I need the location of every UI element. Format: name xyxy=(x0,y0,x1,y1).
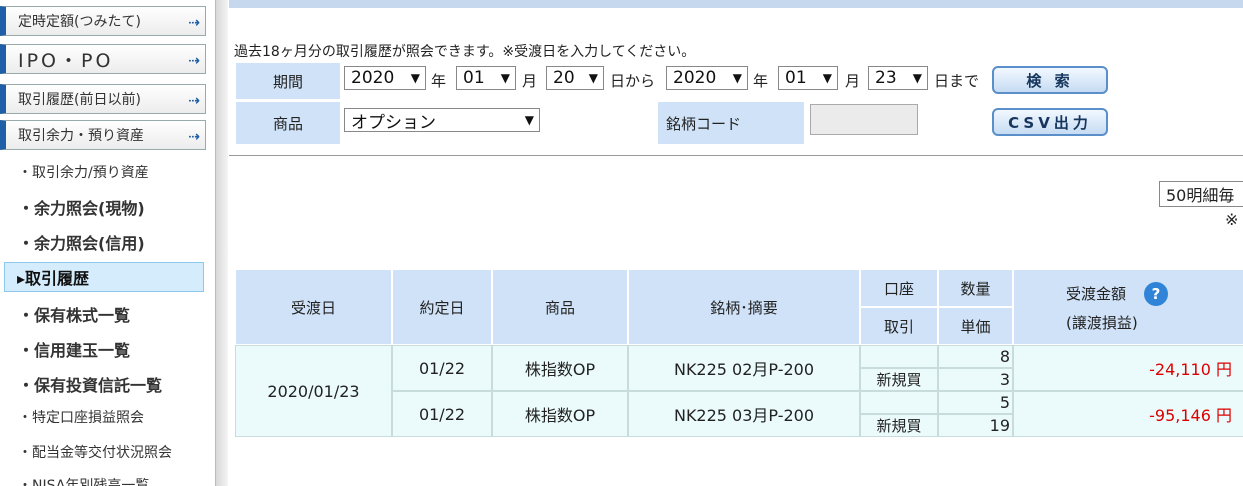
select-value: 01 xyxy=(463,68,485,88)
cell-trade: 新規買 xyxy=(860,368,938,391)
cell-qty: 8 xyxy=(938,345,1013,368)
code-label: 銘柄コード xyxy=(658,102,804,144)
header-product: 商品 xyxy=(492,269,628,345)
sidebar-item-trade-history[interactable]: ▸取引履歴 xyxy=(4,262,204,292)
unit-from: 日から xyxy=(610,72,656,90)
unit-to: 日まで xyxy=(934,72,980,90)
header-qty: 数量 xyxy=(938,269,1013,307)
cell-amount: -24,110 円 xyxy=(1013,345,1243,391)
to-year-select[interactable]: 2020 ▼ xyxy=(666,66,748,90)
unit-month: 月 xyxy=(845,72,861,90)
code-input[interactable] xyxy=(810,104,918,135)
sidebar-item-cash-margin[interactable]: ・余力照会(現物) xyxy=(18,195,145,219)
cell-amount: -95,146 円 xyxy=(1013,391,1243,437)
divider xyxy=(229,155,1243,156)
to-month-select[interactable]: 01 ▼ xyxy=(778,66,838,90)
from-month-select[interactable]: 01 ▼ xyxy=(456,66,516,90)
cell-price: 3 xyxy=(938,368,1013,391)
menu-ipo-po[interactable]: IPO・PO ⇢ xyxy=(0,44,206,74)
from-year-select[interactable]: 2020 ▼ xyxy=(344,66,426,90)
menu-label: 取引余力・預り資産 xyxy=(18,128,144,144)
chevron-down-icon: ▼ xyxy=(732,71,742,85)
cell-issue: NK225 02月P-200 xyxy=(628,345,860,391)
header-amount: 受渡金額 ? (譲渡損益) xyxy=(1013,269,1243,345)
header-amount-sub: (譲渡損益) xyxy=(1066,313,1138,332)
cell-account xyxy=(860,391,938,414)
menu-trade-history-prev[interactable]: 取引履歴(前日以前) ⇢ xyxy=(0,84,206,114)
menu-label: 取引履歴(前日以前) xyxy=(18,92,141,108)
cell-trade: 新規買 xyxy=(860,414,938,437)
product-select[interactable]: オプション ▼ xyxy=(344,108,540,133)
cell-trade-date: 01/22 xyxy=(392,345,492,391)
sidebar-item-credit-positions[interactable]: ・信用建玉一覧 xyxy=(18,337,130,361)
sidebar-item-stock-holdings[interactable]: ・保有株式一覧 xyxy=(18,302,130,326)
header-price: 単価 xyxy=(938,307,1013,345)
sidebar-item-specific-account-pl[interactable]: ・特定口座損益照会 xyxy=(18,407,144,427)
chevron-down-icon: ▼ xyxy=(588,71,598,85)
period-label: 期間 xyxy=(236,63,340,99)
header-delivery-date: 受渡日 xyxy=(235,269,392,345)
page-size-select[interactable]: 50明細毎 xyxy=(1159,181,1243,207)
menu-margin-assets[interactable]: 取引余力・預り資産 ⇢ xyxy=(0,120,206,150)
chevron-down-icon: ▼ xyxy=(822,71,832,85)
sidebar-divider xyxy=(216,0,228,486)
unit-year: 年 xyxy=(431,72,447,90)
note-mark: ※ xyxy=(1225,210,1239,229)
sidebar-item-credit-margin[interactable]: ・余力照会(信用) xyxy=(18,230,145,254)
from-day-select[interactable]: 20 ▼ xyxy=(546,66,604,90)
cell-account xyxy=(860,345,938,368)
intro-text: 過去18ヶ月分の取引履歴が照会できます。※受渡日を入力してください。 xyxy=(234,44,696,60)
menu-label: IPO・PO xyxy=(18,49,114,72)
help-icon[interactable]: ? xyxy=(1144,281,1169,306)
search-button[interactable]: 検 索 xyxy=(992,66,1108,94)
product-label: 商品 xyxy=(236,102,340,144)
select-value: 2020 xyxy=(673,68,717,88)
cell-product: 株指数OP xyxy=(492,391,628,437)
header-trade-date: 約定日 xyxy=(392,269,492,345)
sidebar-item-nisa-balance[interactable]: ・NISA年別残高一覧 xyxy=(18,475,149,486)
menu-label: 定時定額(つみたて) xyxy=(18,14,141,30)
arrow-right-icon: ⇢ xyxy=(188,129,200,145)
arrow-right-icon: ⇢ xyxy=(188,53,200,69)
header-account: 口座 xyxy=(860,269,938,307)
select-value: 20 xyxy=(553,68,575,88)
sidebar-item-dividends[interactable]: ・配当金等交付状況照会 xyxy=(18,442,172,462)
unit-year: 年 xyxy=(753,72,769,90)
select-value: 23 xyxy=(875,68,897,88)
chevron-down-icon: ▼ xyxy=(912,71,922,85)
chevron-down-icon: ▼ xyxy=(524,113,534,127)
to-day-select[interactable]: 23 ▼ xyxy=(868,66,928,90)
sidebar-item-margin-assets[interactable]: ・取引余力/預り資産 xyxy=(18,162,149,182)
cell-trade-date: 01/22 xyxy=(392,391,492,437)
top-bar xyxy=(229,0,1243,8)
sidebar: 定時定額(つみたて) ⇢ IPO・PO ⇢ 取引履歴(前日以前) ⇢ 取引余力・… xyxy=(0,0,216,486)
sidebar-item-fund-holdings[interactable]: ・保有投資信託一覧 xyxy=(18,372,162,396)
cell-delivery-date: 2020/01/23 xyxy=(235,345,392,437)
header-amount-label: 受渡金額 xyxy=(1066,285,1127,303)
header-amount-title: 受渡金額 ? xyxy=(1066,281,1169,306)
select-value: 01 xyxy=(785,68,807,88)
header-issue: 銘柄･摘要 xyxy=(628,269,860,345)
header-trade: 取引 xyxy=(860,307,938,345)
app-root: 定時定額(つみたて) ⇢ IPO・PO ⇢ 取引履歴(前日以前) ⇢ 取引余力・… xyxy=(0,0,1243,486)
chevron-down-icon: ▼ xyxy=(500,71,510,85)
arrow-right-icon: ⇢ xyxy=(188,93,200,109)
select-value: 2020 xyxy=(351,68,395,88)
cell-qty: 5 xyxy=(938,391,1013,414)
cell-product: 株指数OP xyxy=(492,345,628,391)
chevron-down-icon: ▼ xyxy=(410,71,420,85)
arrow-right-icon: ⇢ xyxy=(188,15,200,31)
cell-price: 19 xyxy=(938,414,1013,437)
select-value: オプション xyxy=(351,112,436,133)
csv-export-button[interactable]: CSV出力 xyxy=(992,108,1108,136)
unit-month: 月 xyxy=(522,72,538,90)
menu-tsumitate[interactable]: 定時定額(つみたて) ⇢ xyxy=(0,6,206,36)
cell-issue: NK225 03月P-200 xyxy=(628,391,860,437)
